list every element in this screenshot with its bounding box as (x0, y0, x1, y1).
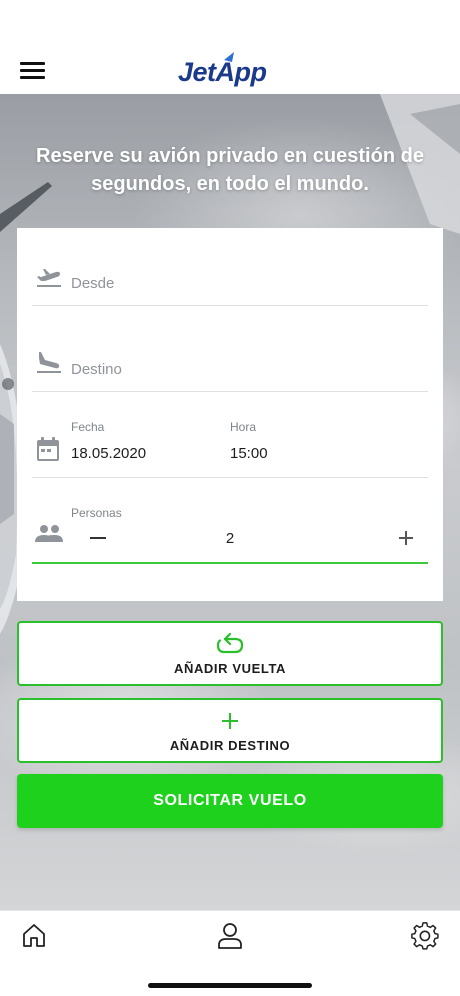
add-return-button[interactable]: AÑADIR VUELTA (17, 621, 443, 686)
gear-icon[interactable] (410, 921, 440, 951)
time-value[interactable]: 15:00 (230, 445, 268, 462)
user-icon[interactable] (215, 921, 245, 951)
from-placeholder: Desde (71, 275, 115, 292)
request-flight-label: SOLICITAR VUELO (153, 792, 307, 809)
from-field[interactable]: Desde (32, 250, 428, 306)
add-destination-label: AÑADIR DESTINO (169, 738, 291, 753)
date-time-row: Fecha 18.05.2020 Hora 15:00 (32, 418, 428, 478)
request-flight-button[interactable]: SOLICITAR VUELO (17, 774, 443, 828)
to-placeholder: Destino (71, 361, 122, 378)
plus-icon[interactable] (392, 524, 420, 552)
passengers-label: Personas (71, 506, 122, 520)
hamburger-menu-icon[interactable] (20, 61, 46, 81)
passengers-field: Personas 2 (32, 504, 428, 564)
hero-tagline: Reserve su avión privado en cuestión de … (36, 145, 424, 195)
return-trip-icon (216, 633, 244, 654)
plane-takeoff-icon (37, 269, 61, 287)
flight-search-form: Desde Destino Fecha 18.05.2020 Hora 15:0… (17, 228, 443, 601)
plane-landing-icon (37, 352, 61, 373)
logo-text: JetApp (178, 57, 267, 87)
date-label: Fecha (71, 420, 105, 434)
plus-icon (222, 713, 238, 729)
top-app-bar: JetApp (0, 0, 460, 94)
bottom-navigation (0, 910, 460, 996)
date-value[interactable]: 18.05.2020 (71, 445, 146, 462)
home-indicator (148, 983, 312, 988)
home-icon[interactable] (20, 921, 50, 951)
add-destination-button[interactable]: AÑADIR DESTINO (17, 698, 443, 763)
time-label: Hora (230, 420, 257, 434)
add-return-label: AÑADIR VUELTA (173, 661, 287, 676)
passengers-count: 2 (225, 530, 235, 547)
calendar-icon (37, 437, 59, 461)
jetapp-logo: JetApp (178, 52, 267, 87)
to-field[interactable]: Destino (32, 334, 428, 392)
